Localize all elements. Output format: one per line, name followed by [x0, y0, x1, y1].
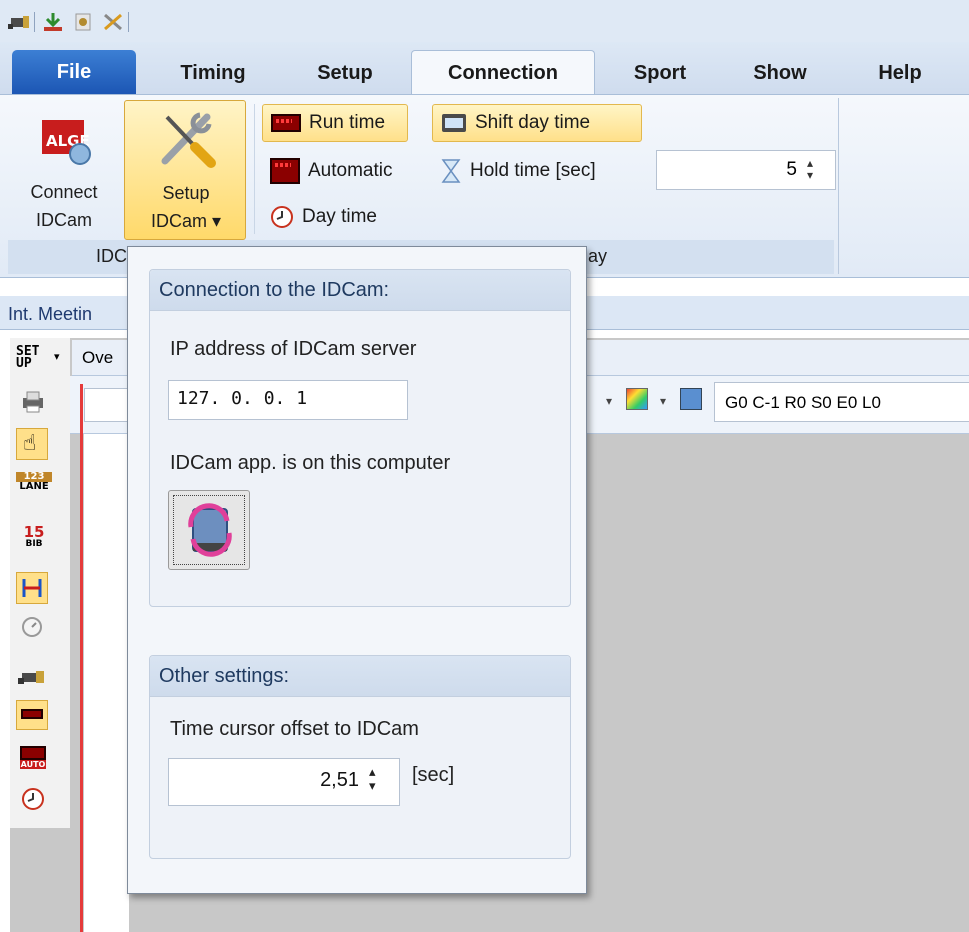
- run-time-label: Run time: [309, 112, 386, 133]
- run-time-button[interactable]: Run time: [262, 104, 408, 142]
- connect-idcam-button[interactable]: ALGE Connect IDCam: [14, 100, 114, 240]
- setup-dropdown-icon[interactable]: ▾: [54, 350, 60, 363]
- time-offset-unit: [sec]: [412, 764, 455, 786]
- tab-show[interactable]: Show: [738, 62, 822, 85]
- lane-tool[interactable]: 123 LANE: [16, 472, 52, 492]
- tab-connection[interactable]: Connection: [411, 62, 595, 85]
- clock-icon[interactable]: [20, 786, 46, 812]
- setup-tool[interactable]: SET UP: [16, 345, 56, 370]
- camera-icon[interactable]: [18, 666, 46, 688]
- auto-tool[interactable]: AUTO: [20, 746, 46, 769]
- local-computer-label: IDCam app. is on this computer: [170, 452, 451, 474]
- measure-icon: [22, 579, 42, 597]
- local-computer-toggle-button[interactable]: [168, 490, 250, 570]
- connection-panel-header: Connection to the IDCam:: [150, 270, 570, 311]
- clock-icon: [271, 206, 293, 228]
- ip-address-label: IP address of IDCam server: [170, 338, 417, 360]
- run-time-tool-button[interactable]: [16, 700, 48, 730]
- download-icon[interactable]: [42, 12, 64, 32]
- led-display-icon: [271, 114, 301, 132]
- tab-file[interactable]: File: [12, 50, 136, 94]
- time-cursor-line: [80, 384, 83, 932]
- tab-sport[interactable]: Sport: [618, 62, 702, 85]
- quick-access-toolbar: [0, 0, 969, 42]
- time-offset-spinner[interactable]: 2,51 ▴ ▾: [168, 758, 400, 806]
- connection-panel: Connection to the IDCam: IP address of I…: [149, 269, 571, 607]
- hand-tool-button[interactable]: ☝: [16, 428, 48, 460]
- digital-clock-icon: [442, 114, 466, 132]
- hourglass-icon: [441, 159, 461, 183]
- hold-time-label-group: Hold time [sec]: [432, 152, 642, 190]
- camera-icon[interactable]: [8, 12, 30, 32]
- auto-label: AUTO: [20, 760, 46, 769]
- toolbar-separator: [128, 12, 129, 32]
- left-tool-strip: SET UP ▾ ☝ 123 LANE 15 BIB AUTO: [10, 338, 70, 828]
- hold-time-spinner[interactable]: 5 ▴ ▾: [656, 150, 836, 190]
- ip-address-input[interactable]: 127. 0. 0. 1: [168, 380, 408, 420]
- meeting-tab[interactable]: Int. Meetin: [8, 304, 92, 325]
- export-icon[interactable]: [680, 388, 702, 410]
- setup-idcam-label-1: Setup: [162, 183, 210, 203]
- hold-time-label: Hold time [sec]: [470, 160, 596, 181]
- ribbon-group-label-idcam: IDC: [96, 246, 127, 266]
- setup-idcam-button[interactable]: Setup IDCam ▾: [124, 100, 246, 240]
- bib-label: BIB: [25, 539, 43, 549]
- ribbon-divider: [254, 104, 255, 234]
- automatic-button[interactable]: Automatic: [262, 152, 422, 190]
- connect-idcam-label-1: Connect: [30, 182, 98, 202]
- bib-tool[interactable]: 15 BIB: [18, 523, 50, 550]
- other-settings-panel: Other settings: Time cursor offset to ID…: [149, 655, 571, 859]
- other-settings-header: Other settings:: [150, 656, 570, 697]
- shift-day-time-button[interactable]: Shift day time: [432, 104, 642, 142]
- printer-icon[interactable]: [20, 390, 46, 414]
- spinner-arrows-icon[interactable]: ▴ ▾: [807, 157, 813, 181]
- time-offset-value: 2,51: [320, 769, 359, 791]
- connect-idcam-label-2: IDCam: [35, 210, 92, 230]
- setup-idcam-dropdown: Connection to the IDCam: IP address of I…: [127, 246, 587, 894]
- dropdown-arrow-icon[interactable]: ▾: [660, 394, 666, 408]
- setup-idcam-label-2: IDCam ▾: [150, 211, 222, 231]
- color-palette-icon[interactable]: [626, 388, 648, 410]
- tab-setup[interactable]: Setup: [300, 62, 390, 85]
- automatic-label: Automatic: [308, 160, 393, 181]
- led-display-icon: [21, 709, 43, 719]
- lane-label: LANE: [19, 481, 49, 492]
- tab-timing[interactable]: Timing: [168, 62, 258, 85]
- toolbar-separator: [34, 12, 35, 32]
- refresh-server-icon: [188, 503, 232, 557]
- tab-help[interactable]: Help: [858, 62, 942, 85]
- measure-tool-button[interactable]: [16, 572, 48, 604]
- wrench-screwdriver-icon: [161, 112, 216, 168]
- document-left-margin: [84, 434, 129, 932]
- ribbon-group-label-display: ay: [588, 246, 608, 266]
- alge-logo-icon: ALGE: [42, 120, 91, 165]
- led-auto-icon: [270, 158, 300, 184]
- day-time-label: Day time: [302, 206, 377, 227]
- overview-tab[interactable]: Ove: [82, 348, 113, 368]
- hand-pointer-icon: ☝: [23, 431, 37, 456]
- shift-day-time-label: Shift day time: [475, 112, 591, 133]
- spinner-arrows-icon[interactable]: ▴ ▾: [369, 765, 376, 793]
- tools-icon[interactable]: [102, 12, 124, 32]
- bib-number: 15: [23, 523, 45, 541]
- led-display-icon: [20, 746, 46, 760]
- day-time-button[interactable]: Day time: [262, 198, 412, 236]
- settings-file-icon[interactable]: [72, 12, 94, 32]
- status-code-field: G0 C-1 R0 S0 E0 L0: [714, 382, 969, 422]
- stopwatch-icon[interactable]: [20, 614, 44, 638]
- hold-time-value: 5: [786, 159, 797, 180]
- time-offset-label: Time cursor offset to IDCam: [170, 718, 419, 740]
- ribbon-group-divider: [838, 98, 839, 274]
- dropdown-arrow-icon[interactable]: ▾: [606, 394, 612, 408]
